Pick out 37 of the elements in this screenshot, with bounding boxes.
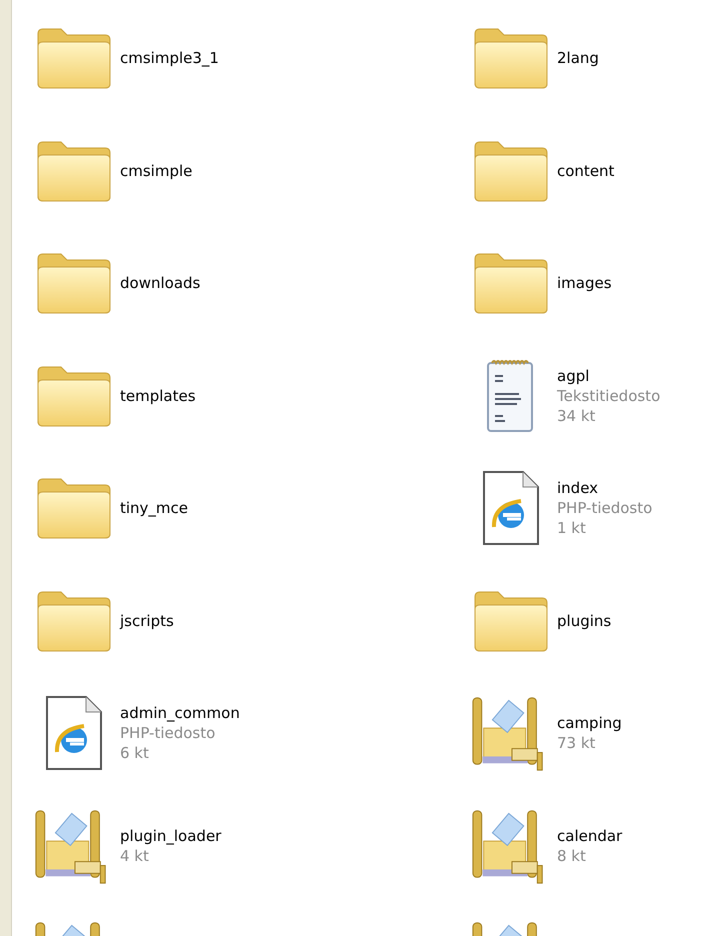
file-name: tiny_mce <box>120 498 188 518</box>
folder-icon <box>35 588 113 653</box>
file-name: agpl <box>557 366 590 386</box>
file-size: 8 kt <box>557 846 587 866</box>
folder-icon <box>35 26 113 90</box>
folder-icon <box>472 588 550 653</box>
file-type: PHP-tiedosto <box>557 498 652 518</box>
folder-icon <box>472 251 550 316</box>
file-name: plugins <box>557 610 612 631</box>
file-name: index <box>557 478 600 498</box>
file-name: downloads <box>120 273 200 294</box>
file-name: calendar <box>557 826 622 846</box>
file-name: cmsimple3_1 <box>120 48 219 68</box>
folder-icon <box>472 26 550 90</box>
folder-icon <box>472 138 550 203</box>
file-name: templates <box>120 386 196 406</box>
folder-icon <box>35 251 113 316</box>
file-name: images <box>557 273 612 294</box>
file-size: 34 kt <box>557 406 596 426</box>
file-name: 2lang <box>557 48 599 68</box>
file-name: camping <box>557 713 622 734</box>
file-name: admin_common <box>120 703 240 724</box>
web-page-icon <box>481 469 541 548</box>
file-name: plugin_loader <box>120 826 222 846</box>
folder-icon <box>35 476 113 540</box>
file-size: 1 kt <box>557 518 587 538</box>
file-size: 73 kt <box>557 733 596 754</box>
file-size: 4 kt <box>120 846 150 866</box>
file-name: cmsimple <box>120 160 192 181</box>
file-size: 6 kt <box>120 743 150 764</box>
file-name: jscripts <box>120 610 174 631</box>
file-name: content <box>557 160 614 181</box>
folder-icon <box>35 364 113 428</box>
file-type: PHP-tiedosto <box>120 723 216 744</box>
folder-icon <box>35 138 113 203</box>
file-type: Tekstitiedosto <box>557 386 660 406</box>
web-page-icon <box>44 694 104 772</box>
